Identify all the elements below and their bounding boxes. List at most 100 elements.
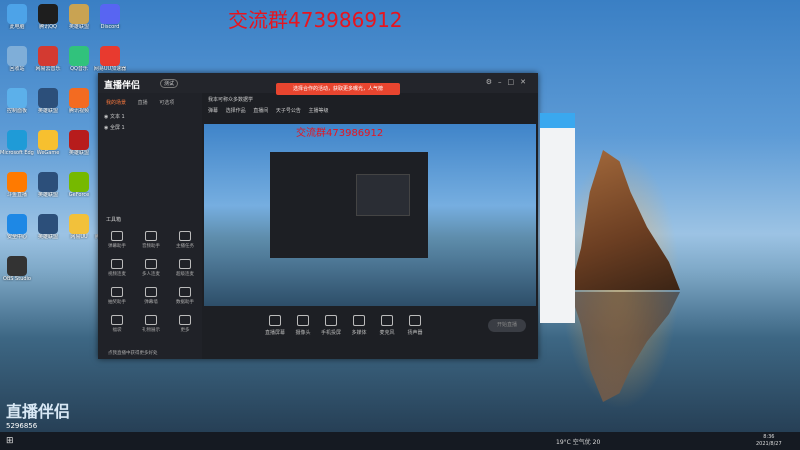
- tool-icon: [179, 231, 191, 241]
- desktop-icon[interactable]: GeForce: [62, 172, 96, 198]
- tool-label: 多人连麦: [142, 272, 160, 277]
- app-icon: [7, 214, 27, 234]
- app-icon: [38, 130, 58, 150]
- stream-preview[interactable]: 交流群473986912: [204, 124, 536, 306]
- desktop-icon-label: 英雄联盟: [37, 234, 58, 240]
- desktop-icon[interactable]: QQ音乐: [62, 46, 96, 72]
- toolbox-item[interactable]: 弹幕墙: [136, 287, 166, 305]
- toolbox-item[interactable]: 主播任务: [170, 231, 200, 249]
- tool-label: 礼物展示: [142, 328, 160, 333]
- app-icon: [69, 4, 89, 24]
- desktop-icon[interactable]: 英雄联盟: [62, 130, 96, 156]
- desktop-icon-label: 此电脑: [9, 24, 25, 30]
- toolbox-item[interactable]: 弹幕助手: [102, 231, 132, 249]
- toolbox-item[interactable]: 音频助手: [136, 231, 166, 249]
- toolbox-item[interactable]: 超级连麦: [170, 259, 200, 277]
- desktop-icon[interactable]: 控制面板: [0, 88, 34, 114]
- overlay-id: 5296856: [6, 422, 38, 430]
- tool-icon: [111, 287, 123, 297]
- settings-icon[interactable]: ⚙: [486, 78, 498, 86]
- control-icon: [325, 315, 337, 326]
- app-icon: [38, 46, 58, 66]
- toolbox-item[interactable]: 礼物展示: [136, 315, 166, 333]
- tool-icon: [145, 259, 157, 269]
- scene-tabs[interactable]: 我的场景 直播 可选项: [106, 99, 184, 106]
- desktop-icon-label: Microsoft Edge: [0, 150, 34, 156]
- toolbox-item[interactable]: 多人连麦: [136, 259, 166, 277]
- title-bar[interactable]: 直播伴侣 测试 选择合作的活动，获取更多曝光，人气榜 ⚙–□✕: [98, 73, 538, 95]
- desktop-icon[interactable]: 腾讯视频: [62, 88, 96, 114]
- tool-label: 弹幕墙: [144, 300, 158, 305]
- app-icon: [38, 88, 58, 108]
- minimize-icon[interactable]: –: [498, 78, 508, 86]
- chat-panel[interactable]: [540, 113, 575, 323]
- desktop-icon[interactable]: Microsoft Edge: [0, 130, 34, 156]
- tab-live[interactable]: 直播: [138, 100, 148, 106]
- app-icon: [7, 4, 27, 24]
- live-companion-window[interactable]: 直播伴侣 测试 选择合作的活动，获取更多曝光，人气榜 ⚙–□✕ 我的场景 直播 …: [98, 73, 538, 359]
- control-bar: 直播屏幕 摄像头 手机投屏 多媒体 麦克风 扬声器 开始直播: [204, 309, 536, 349]
- desktop-icon[interactable]: 网易UU加速器: [93, 46, 127, 72]
- tool-label: 弹幕助手: [108, 244, 126, 249]
- control-button[interactable]: 扬声器: [400, 315, 430, 336]
- window-controls[interactable]: ⚙–□✕: [486, 78, 532, 86]
- tool-label: 更多: [180, 328, 190, 333]
- taskbar-clock[interactable]: 8:36 2021/8/27: [756, 434, 782, 448]
- left-panel: 我的场景 直播 可选项 ◉ 文本 1 ◉ 全屏 1 工具箱 弹幕助手 音频助手 主播…: [98, 93, 202, 359]
- desktop-icon-label: 腾讯QQ: [39, 24, 57, 30]
- tool-icon: [145, 287, 157, 297]
- tab-options[interactable]: 可选项: [159, 100, 174, 106]
- windows-start-icon[interactable]: ⊞: [6, 436, 14, 446]
- start-live-button[interactable]: 开始直播: [488, 319, 526, 332]
- desktop-icon[interactable]: 安全中心: [0, 214, 34, 240]
- app-icon: [38, 4, 58, 24]
- toolbox-item[interactable]: 视频连麦: [102, 259, 132, 277]
- desktop-icon-label: QQ音乐: [70, 66, 88, 72]
- close-icon[interactable]: ✕: [520, 78, 532, 86]
- control-button[interactable]: 多媒体: [344, 315, 374, 336]
- desktop-icon[interactable]: WeGame: [31, 130, 65, 156]
- scene-item[interactable]: ◉ 文本 1: [104, 113, 125, 120]
- control-label: 扬声器: [407, 330, 423, 336]
- system-tray-weather[interactable]: 19°C 空气优 20: [556, 437, 600, 446]
- toolbox-item[interactable]: 福袋: [102, 315, 132, 333]
- control-button[interactable]: 手机投屏: [316, 315, 346, 336]
- desktop-icon[interactable]: 此电脑: [0, 4, 34, 30]
- preview-title: 我本可称众多数据学: [208, 97, 254, 103]
- control-icon: [353, 315, 365, 326]
- desktop-icon[interactable]: 回收站: [0, 46, 34, 72]
- desktop-icon[interactable]: OBS Studio: [0, 256, 34, 282]
- maximize-icon[interactable]: □: [508, 78, 521, 86]
- control-button[interactable]: 摄像头: [288, 315, 318, 336]
- desktop-icon[interactable]: 英雄联盟: [62, 4, 96, 30]
- app-icon: [7, 256, 27, 276]
- nested-preview-inner: [356, 174, 410, 216]
- desktop-icon[interactable]: 斗鱼直播: [0, 172, 34, 198]
- app-icon: [7, 130, 27, 150]
- tool-icon: [179, 315, 191, 325]
- desktop-icon[interactable]: Discord: [93, 4, 127, 30]
- app-icon: [100, 4, 120, 24]
- scene-item[interactable]: ◉ 全屏 1: [104, 124, 125, 131]
- app-icon: [38, 172, 58, 192]
- watermark-text: 交流群473986912: [228, 8, 403, 32]
- desktop-icon[interactable]: 英雄联盟: [31, 214, 65, 240]
- desktop-icon[interactable]: 英雄联盟: [31, 88, 65, 114]
- app-icon: [69, 130, 89, 150]
- toolbox-item[interactable]: 抽奖助手: [102, 287, 132, 305]
- toolbox-item[interactable]: 数据助手: [170, 287, 200, 305]
- control-button[interactable]: 麦克风: [372, 315, 402, 336]
- desktop-icon[interactable]: 腾讯QQ: [31, 4, 65, 30]
- bottom-tip[interactable]: 点我直播中获得更多好处: [108, 350, 158, 356]
- toolbox-title: 工具箱: [106, 217, 122, 223]
- desktop-icon[interactable]: 英雄联盟: [31, 172, 65, 198]
- taskbar: ⊞ 19°C 空气优 20 8:36 2021/8/27: [0, 432, 800, 450]
- desktop-icon-label: 英雄联盟: [37, 108, 58, 114]
- desktop-icon-label: GeForce: [68, 192, 90, 198]
- control-button[interactable]: 直播屏幕: [260, 315, 290, 336]
- desktop-icon[interactable]: 网易UU: [62, 214, 96, 240]
- toolbox-item[interactable]: 更多: [170, 315, 200, 333]
- control-label: 麦克风: [379, 330, 395, 336]
- desktop-icon[interactable]: 网易云音乐: [31, 46, 65, 72]
- tab-scenes[interactable]: 我的场景: [106, 100, 126, 106]
